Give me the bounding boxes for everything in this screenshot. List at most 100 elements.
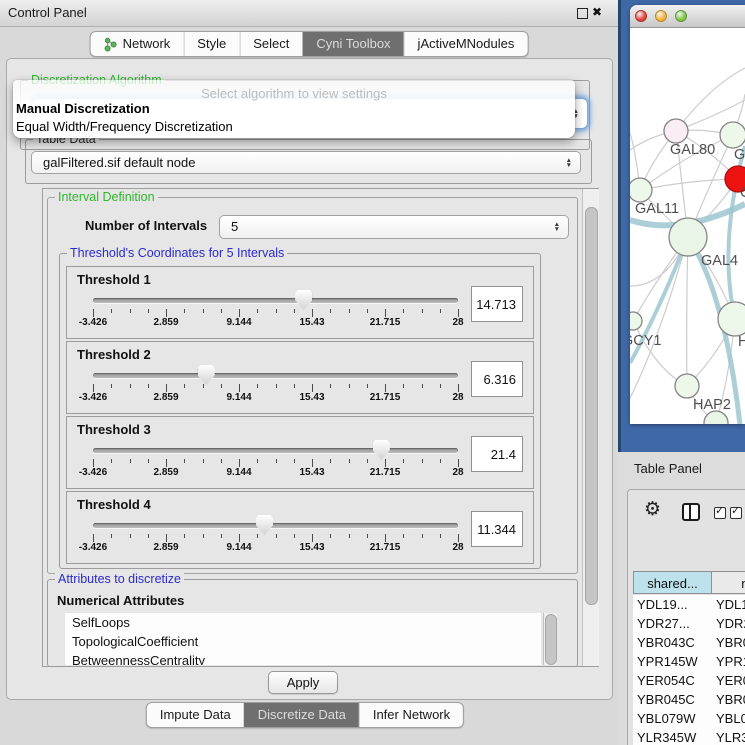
table-cell: YDR27... (633, 614, 712, 633)
apply-button[interactable]: Apply (268, 671, 338, 694)
network-node-gcy1 (630, 312, 642, 330)
tick-mark (239, 309, 240, 317)
tick-mark (458, 459, 459, 467)
tick-mark (111, 534, 112, 538)
table-cell: YER05 (712, 671, 745, 690)
tick-mark (385, 534, 386, 542)
table-data-combo-value: galFiltered.sif default node (43, 152, 195, 174)
settings-scrollbar[interactable] (582, 189, 599, 666)
slider-track[interactable] (93, 373, 458, 378)
table-row[interactable]: YBL079WYBL07 (633, 709, 745, 728)
tab-label: Cyni Toolbox (316, 32, 390, 56)
threshold-value-field[interactable]: 6.316 (471, 361, 523, 397)
table-header-row: shared...name (633, 571, 745, 594)
network-canvas[interactable]: GAL80GALCGAL11GAL4GCY1HHAP2 (630, 28, 745, 424)
slider-track[interactable] (93, 448, 458, 453)
number-of-intervals-combo[interactable]: 5 ▲▼ (219, 215, 569, 239)
tick-mark (221, 384, 222, 388)
tick-label: -3.426 (79, 392, 107, 403)
popup-item-1[interactable]: Manual Discretization (16, 101, 150, 116)
tick-label: 28 (452, 317, 463, 328)
slider-handle[interactable] (295, 290, 312, 310)
threshold-value-field[interactable]: 21.4 (471, 436, 523, 472)
tick-mark (148, 459, 149, 463)
tab-select[interactable]: Select (239, 32, 302, 56)
tab-cyni-toolbox[interactable]: Cyni Toolbox (302, 32, 403, 56)
tick-label: 28 (452, 542, 463, 553)
tick-mark (184, 309, 185, 313)
tab-style[interactable]: Style (183, 32, 239, 56)
threshold-value-field[interactable]: 14.713 (471, 286, 523, 322)
scrollbar-thumb[interactable] (585, 207, 598, 605)
table-row[interactable]: YBR043CYBR04 (633, 633, 745, 652)
table-row[interactable]: YER054CYER05 (633, 671, 745, 690)
tick-mark (367, 459, 368, 463)
tick-label: 2.859 (153, 467, 178, 478)
tab-infer-network[interactable]: Infer Network (359, 703, 463, 727)
slider-handle[interactable] (373, 440, 390, 460)
close-traffic-light[interactable] (635, 10, 647, 22)
column-header-2[interactable]: name (712, 571, 745, 594)
tick-mark (257, 534, 258, 538)
tick-mark (203, 309, 204, 313)
tick-mark (93, 309, 94, 317)
list-item[interactable]: TopologicalCoefficient (65, 632, 541, 651)
table-row[interactable]: YDL19...YDL19 (633, 595, 745, 614)
close-icon[interactable]: ✖ (592, 5, 602, 19)
tick-mark (385, 384, 386, 392)
tick-mark (367, 534, 368, 538)
tick-mark (111, 384, 112, 388)
slider-handle[interactable] (198, 365, 215, 385)
settings-scrollpane: Interval Definition Number of Intervals … (42, 188, 599, 667)
number-of-intervals-label: Number of Intervals (85, 218, 207, 233)
checkbox-checked-icon[interactable] (714, 507, 726, 519)
tick-label: -3.426 (79, 317, 107, 328)
tick-mark (166, 534, 167, 542)
table-data-combo[interactable]: galFiltered.sif default node ▲▼ (31, 151, 581, 174)
zoom-traffic-light[interactable] (675, 10, 687, 22)
threshold-value-field[interactable]: 11.344 (471, 511, 523, 547)
tab-network[interactable]: Network (91, 32, 184, 56)
column-header-1[interactable]: shared... (633, 571, 712, 594)
slider-track[interactable] (93, 523, 458, 528)
tab-label: Infer Network (373, 703, 450, 727)
tick-label: 9.144 (226, 467, 251, 478)
numerical-attributes-list[interactable]: SelfLoopsTopologicalCoefficientBetweenne… (65, 613, 541, 665)
minimize-traffic-light[interactable] (655, 10, 667, 22)
gear-icon[interactable]: ⚙ (644, 500, 661, 519)
network-graph-icon (104, 37, 117, 52)
list-item[interactable]: SelfLoops (65, 613, 541, 632)
tick-mark (385, 309, 386, 317)
popup-item-2[interactable]: Equal Width/Frequency Discretization (16, 119, 233, 134)
table-row[interactable]: YLR345WYLR34 (633, 728, 745, 745)
table-row[interactable]: YBR045CYBR04 (633, 690, 745, 709)
slider-handle[interactable] (256, 515, 273, 535)
tick-mark (239, 384, 240, 392)
tick-mark (294, 384, 295, 388)
tab-discretize-data[interactable]: Discretize Data (244, 703, 359, 727)
table-cell: YBR045C (633, 690, 712, 709)
column-layout-icon[interactable] (682, 503, 700, 521)
tab-impute-data[interactable]: Impute Data (147, 703, 244, 727)
tick-mark (184, 459, 185, 463)
tick-mark (93, 384, 94, 392)
tab-label: Style (197, 32, 226, 56)
tick-mark (148, 534, 149, 538)
tab-jactivemnodules[interactable]: jActiveMNodules (404, 32, 528, 56)
float-window-icon[interactable] (577, 8, 588, 19)
scrollbar-thumb[interactable] (545, 614, 557, 665)
table-row[interactable]: YPR145WYPR14 (633, 652, 745, 671)
checkbox-checked-icon[interactable] (730, 507, 742, 519)
attributes-list-scrollbar[interactable] (543, 613, 557, 665)
slider-track[interactable] (93, 298, 458, 303)
threshold-panel-2: Threshold 2-3.4262.8599.14415.4321.71528… (66, 341, 534, 414)
table-cell: YLR34 (712, 728, 745, 745)
tick-mark (349, 309, 350, 313)
panel-edge (618, 0, 621, 452)
list-item[interactable]: BetweennessCentrality (65, 651, 541, 665)
tick-mark (166, 459, 167, 467)
table-row[interactable]: YDR27...YDR27 (633, 614, 745, 633)
network-node-gal80 (664, 119, 688, 143)
tick-label: 21.715 (370, 392, 401, 403)
table-cell: YDR27 (712, 614, 745, 633)
